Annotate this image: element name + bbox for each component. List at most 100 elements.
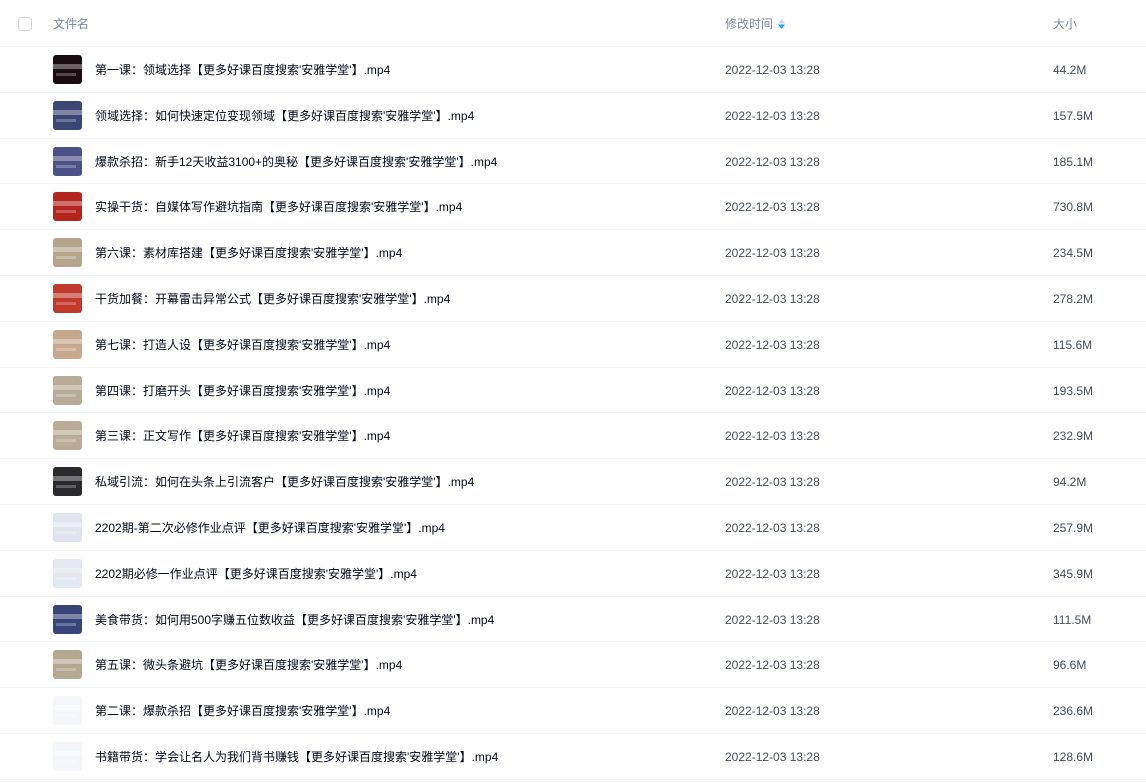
video-thumbnail[interactable] xyxy=(53,100,82,130)
file-name[interactable]: 2202期必修一作业点评【更多好课百度搜索'安雅学堂'】.mp4 xyxy=(95,566,417,582)
file-modified-time: 2022-12-03 13:28 xyxy=(725,108,820,123)
file-modified-time: 2022-12-03 13:28 xyxy=(725,291,820,306)
video-thumbnail[interactable] xyxy=(53,741,82,771)
file-modified-time: 2022-12-03 13:28 xyxy=(725,475,820,490)
file-size: 111.5M xyxy=(1053,612,1092,627)
file-modified-time: 2022-12-03 13:28 xyxy=(725,749,820,764)
file-name[interactable]: 2202期-第二次必修作业点评【更多好课百度搜索'安雅学堂'】.mp4 xyxy=(95,520,445,536)
video-thumbnail[interactable] xyxy=(53,421,82,451)
video-thumbnail[interactable] xyxy=(53,146,82,176)
file-size: 257.9M xyxy=(1053,520,1094,535)
thumbnail-detail xyxy=(53,384,82,390)
file-name[interactable]: 第五课：微头条避坑【更多好课百度搜索'安雅学堂'】.mp4 xyxy=(95,657,402,673)
thumbnail-detail xyxy=(53,476,82,482)
file-row[interactable]: 美食带货：如何用500字赚五位数收益【更多好课百度搜索'安雅学堂'】.mp4 20… xyxy=(0,597,1146,643)
video-thumbnail[interactable] xyxy=(53,55,82,84)
file-row[interactable]: 2202期必修一作业点评【更多好课百度搜索'安雅学堂'】.mp4 2022-12-… xyxy=(0,551,1146,597)
file-row[interactable]: 第七课：打造人设【更多好课百度搜索'安雅学堂'】.mp4 2022-12-03 1… xyxy=(0,322,1146,368)
file-name[interactable]: 书籍带货：学会让名人为我们背书赚钱【更多好课百度搜索'安雅学堂'】.mp4 xyxy=(95,749,498,765)
file-row[interactable]: 2202期-第二次必修作业点评【更多好课百度搜索'安雅学堂'】.mp4 2022-… xyxy=(0,505,1146,551)
file-name[interactable]: 第七课：打造人设【更多好课百度搜索'安雅学堂'】.mp4 xyxy=(95,337,390,353)
file-name[interactable]: 第三课：正文写作【更多好课百度搜索'安雅学堂'】.mp4 xyxy=(95,428,390,444)
column-header-name[interactable]: 文件名 xyxy=(53,17,89,31)
file-row[interactable]: 第一课：领域选择【更多好课百度搜索'安雅学堂'】.mp4 2022-12-03 1… xyxy=(0,47,1146,93)
thumbnail-detail xyxy=(53,750,82,756)
thumbnail-detail xyxy=(53,292,82,298)
file-size: 94.2M xyxy=(1053,475,1087,490)
file-size: 345.9M xyxy=(1053,566,1094,581)
file-row[interactable]: 领域选择：如何快速定位变现领域【更多好课百度搜索'安雅学堂'】.mp4 2022-… xyxy=(0,93,1146,139)
video-thumbnail[interactable] xyxy=(53,650,82,680)
file-name[interactable]: 第二课：爆款杀招【更多好课百度搜索'安雅学堂'】.mp4 xyxy=(95,703,390,719)
thumbnail-detail xyxy=(53,521,82,527)
column-header-size[interactable]: 大小 xyxy=(1053,17,1077,31)
file-size: 232.9M xyxy=(1053,429,1094,444)
file-row[interactable]: 爆款杀招：新手12天收益3100+的奥秘【更多好课百度搜索'安雅学堂'】.mp4… xyxy=(0,139,1146,185)
file-row[interactable]: 实操干货：自媒体写作避坑指南【更多好课百度搜索'安雅学堂'】.mp4 2022-1… xyxy=(0,184,1146,231)
thumbnail-detail xyxy=(53,109,82,115)
file-modified-time: 2022-12-03 13:28 xyxy=(725,658,820,673)
file-size: 234.5M xyxy=(1053,246,1094,261)
file-name[interactable]: 爆款杀招：新手12天收益3100+的奥秘【更多好课百度搜索'安雅学堂'】.mp4 xyxy=(95,154,497,170)
file-name[interactable]: 实操干货：自媒体写作避坑指南【更多好课百度搜索'安雅学堂'】.mp4 xyxy=(95,199,462,215)
thumbnail-detail xyxy=(53,430,82,436)
video-thumbnail[interactable] xyxy=(53,375,82,405)
file-row[interactable]: 第二课：爆款杀招【更多好课百度搜索'安雅学堂'】.mp4 2022-12-03 1… xyxy=(0,688,1146,734)
file-size: 193.5M xyxy=(1053,383,1094,398)
thumbnail-detail xyxy=(53,567,82,573)
file-list: 第一课：领域选择【更多好课百度搜索'安雅学堂'】.mp4 2022-12-03 1… xyxy=(0,47,1146,780)
file-name[interactable]: 第六课：素材库搭建【更多好课百度搜索'安雅学堂'】.mp4 xyxy=(95,245,402,261)
file-row[interactable]: 第四课：打磨开头【更多好课百度搜索'安雅学堂'】.mp4 2022-12-03 1… xyxy=(0,368,1146,414)
video-thumbnail[interactable] xyxy=(53,467,82,497)
sort-arrows-icon[interactable] xyxy=(777,17,786,31)
thumbnail-detail xyxy=(56,301,76,305)
file-row[interactable]: 私域引流：如何在头条上引流客户【更多好课百度搜索'安雅学堂'】.mp4 2022-… xyxy=(0,459,1146,505)
file-name[interactable]: 领域选择：如何快速定位变现领域【更多好课百度搜索'安雅学堂'】.mp4 xyxy=(95,108,474,124)
file-name[interactable]: 美食带货：如何用500字赚五位数收益【更多好课百度搜索'安雅学堂'】.mp4 xyxy=(95,612,494,628)
thumbnail-detail xyxy=(56,256,76,260)
select-all-checkbox[interactable] xyxy=(18,17,32,31)
file-modified-time: 2022-12-03 13:28 xyxy=(725,566,820,581)
file-row[interactable]: 书籍带货：学会让名人为我们背书赚钱【更多好课百度搜索'安雅学堂'】.mp4 202… xyxy=(0,734,1146,780)
thumbnail-detail xyxy=(53,64,82,69)
file-row[interactable]: 第三课：正文写作【更多好课百度搜索'安雅学堂'】.mp4 2022-12-03 1… xyxy=(0,413,1146,460)
thumbnail-detail xyxy=(56,73,76,76)
video-thumbnail[interactable] xyxy=(53,512,82,542)
video-thumbnail[interactable] xyxy=(53,604,82,634)
file-modified-time: 2022-12-03 13:28 xyxy=(725,63,820,77)
file-size: 236.6M xyxy=(1053,704,1094,719)
file-size: 157.5M xyxy=(1053,108,1094,123)
thumbnail-detail xyxy=(53,247,82,253)
video-thumbnail[interactable] xyxy=(53,238,82,268)
file-size: 115.6M xyxy=(1053,337,1093,352)
file-row[interactable]: 第五课：微头条避坑【更多好课百度搜索'安雅学堂'】.mp4 2022-12-03 … xyxy=(0,642,1146,689)
file-modified-time: 2022-12-03 13:28 xyxy=(725,612,820,627)
thumbnail-detail xyxy=(56,210,76,214)
thumbnail-detail xyxy=(53,201,82,207)
file-modified-time: 2022-12-03 13:28 xyxy=(725,246,820,261)
file-row[interactable]: 干货加餐：开幕雷击异常公式【更多好课百度搜索'安雅学堂'】.mp4 2022-12… xyxy=(0,276,1146,322)
video-thumbnail[interactable] xyxy=(53,283,82,313)
file-size: 44.2M xyxy=(1053,63,1087,77)
file-list-header: 文件名 修改时间 大小 xyxy=(0,0,1146,47)
file-name[interactable]: 第一课：领域选择【更多好课百度搜索'安雅学堂'】.mp4 xyxy=(95,62,390,78)
video-thumbnail[interactable] xyxy=(53,696,82,726)
file-modified-time: 2022-12-03 13:28 xyxy=(725,383,820,398)
file-row[interactable]: 第六课：素材库搭建【更多好课百度搜索'安雅学堂'】.mp4 2022-12-03 … xyxy=(0,230,1146,276)
file-name[interactable]: 私域引流：如何在头条上引流客户【更多好课百度搜索'安雅学堂'】.mp4 xyxy=(95,474,474,490)
file-name[interactable]: 第四课：打磨开头【更多好课百度搜索'安雅学堂'】.mp4 xyxy=(95,383,390,399)
file-size: 96.6M xyxy=(1053,658,1087,673)
thumbnail-detail xyxy=(53,659,82,665)
thumbnail-detail xyxy=(56,622,76,626)
video-thumbnail[interactable] xyxy=(53,192,82,222)
thumbnail-detail xyxy=(53,705,82,711)
file-modified-time: 2022-12-03 13:28 xyxy=(725,200,820,215)
video-thumbnail[interactable] xyxy=(53,329,82,359)
file-size: 185.1M xyxy=(1053,154,1094,169)
thumbnail-detail xyxy=(56,164,76,168)
thumbnail-detail xyxy=(56,118,76,122)
file-name[interactable]: 干货加餐：开幕雷击异常公式【更多好课百度搜索'安雅学堂'】.mp4 xyxy=(95,291,450,307)
video-thumbnail[interactable] xyxy=(53,558,82,588)
column-header-modified[interactable]: 修改时间 xyxy=(725,17,773,31)
thumbnail-detail xyxy=(56,668,76,672)
